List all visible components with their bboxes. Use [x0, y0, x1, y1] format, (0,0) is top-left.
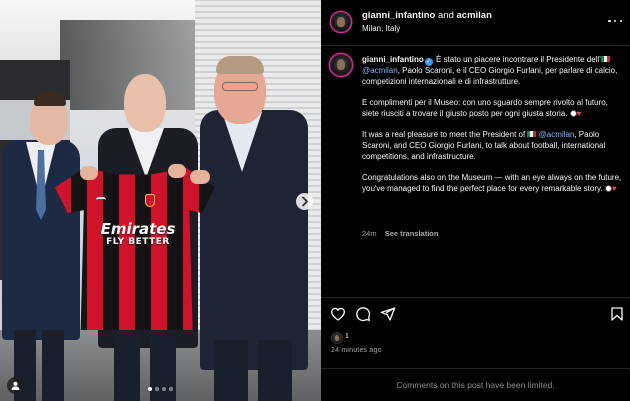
post-age: 24m	[362, 229, 377, 238]
post-sidebar: gianni_infantino and acmilan Milan, Ital…	[321, 0, 630, 401]
share-button[interactable]	[380, 306, 396, 322]
verified-badge-icon: ✓	[424, 58, 433, 66]
mention-acmilan[interactable]: @acmilan	[362, 66, 398, 75]
chevron-right-icon	[302, 196, 308, 207]
author-avatar[interactable]	[331, 12, 351, 32]
heart-emoji-icon: ♥	[611, 183, 617, 193]
post-location[interactable]: Milan, Italy	[362, 24, 400, 33]
soccer-ball-icon	[604, 184, 612, 192]
save-button[interactable]	[609, 306, 625, 322]
user-tag-icon	[11, 381, 20, 390]
see-translation-link[interactable]: See translation	[385, 229, 439, 238]
post-timestamp: 24 minutes ago	[331, 347, 382, 354]
comments-divider	[321, 368, 630, 369]
italy-flag-icon	[600, 56, 610, 62]
hand-right	[168, 164, 186, 178]
comment-icon	[356, 307, 371, 322]
coauthor-username[interactable]: acmilan	[457, 10, 492, 21]
caption-text: Congratulations also on the Museum — wit…	[362, 173, 622, 193]
like-button[interactable]	[330, 306, 346, 322]
post-photo[interactable]: Emirates FLY BETTER	[0, 0, 321, 401]
hand-right-2	[190, 170, 210, 184]
caption-paragraph-it-2: E complimenti per il Museo: con uno sgua…	[362, 98, 624, 119]
jersey-sponsor: Emirates FLY BETTER	[88, 220, 188, 247]
mention-acmilan[interactable]: @acmilan	[539, 130, 575, 139]
jersey-sponsor-tagline: FLY BETTER	[106, 236, 170, 247]
jersey-sponsor-name: Emirates	[100, 220, 176, 238]
more-options-icon	[608, 19, 611, 23]
heart-icon	[330, 307, 346, 321]
italy-flag-icon	[527, 131, 537, 138]
post-caption: gianni_infantino ✓ È stato un piacere inc…	[362, 55, 624, 205]
bookmark-icon	[611, 307, 623, 321]
post-actions	[321, 304, 630, 324]
author-conjunction: and	[438, 10, 454, 21]
carousel-dot	[148, 387, 152, 391]
carousel-dot	[155, 387, 159, 391]
likes-count[interactable]: 1	[345, 333, 349, 340]
post-authors: gianni_infantino and acmilan	[362, 10, 492, 21]
caption-text: It was a real pleasure to meet the Presi…	[362, 130, 528, 140]
post-header: gianni_infantino and acmilan Milan, Ital…	[321, 0, 630, 46]
caption-paragraph-en-2: Congratulations also on the Museum — wit…	[362, 173, 624, 194]
caption-text: , Paolo Scaroni, e il CEO Giorgio Furlan…	[362, 66, 618, 86]
carousel-dot	[162, 387, 166, 391]
actions-divider	[321, 297, 630, 298]
caption-username[interactable]: gianni_infantino	[362, 55, 424, 64]
heart-emoji-icon: ♥	[576, 108, 582, 118]
carousel-dot	[169, 387, 173, 391]
caption-author-avatar[interactable]	[330, 54, 352, 76]
carousel-next-button[interactable]	[296, 193, 313, 210]
comment-button[interactable]	[355, 306, 371, 322]
caption-paragraph-it-1: gianni_infantino ✓ È stato un piacere inc…	[362, 55, 624, 87]
caption-paragraph-en-1: It was a real pleasure to meet the Presi…	[362, 130, 624, 162]
comments-limited-notice: Comments on this post have been limited.	[396, 380, 555, 390]
carousel-indicator	[148, 387, 173, 391]
liked-by-avatar[interactable]	[331, 332, 343, 344]
soccer-ball-icon	[569, 109, 577, 117]
puma-logo-icon	[96, 197, 106, 203]
hand-left	[80, 166, 98, 180]
author-username[interactable]: gianni_infantino	[362, 10, 435, 21]
acmilan-crest-icon	[145, 194, 155, 207]
share-icon	[380, 307, 396, 321]
tagged-users-button[interactable]	[7, 377, 24, 394]
caption-text: È stato un piacere incontrare il Preside…	[433, 55, 601, 64]
more-options-button[interactable]	[608, 14, 622, 28]
caption-meta: 24m See translation	[362, 229, 438, 238]
